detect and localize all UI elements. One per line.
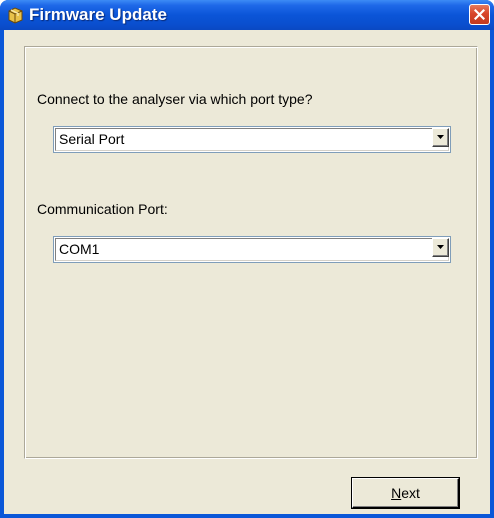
port-type-dropdown[interactable]: Serial Port	[53, 126, 451, 153]
settings-panel: Connect to the analyser via which port t…	[24, 46, 478, 459]
comm-port-dropdown[interactable]: COM1	[53, 236, 451, 263]
close-button[interactable]	[469, 4, 490, 25]
firmware-update-window: Firmware Update Connect to the analyser …	[0, 0, 494, 518]
next-button-label: ext	[401, 485, 420, 501]
chevron-down-icon	[437, 245, 444, 249]
comm-port-value: COM1	[59, 241, 100, 257]
next-button-mnemonic: N	[391, 485, 402, 501]
port-type-value: Serial Port	[59, 131, 125, 147]
next-button[interactable]: Next	[352, 478, 459, 508]
title-bar[interactable]: Firmware Update	[0, 0, 494, 30]
comm-port-dropdown-button[interactable]	[432, 238, 449, 257]
chevron-down-icon	[437, 135, 444, 139]
close-icon	[474, 9, 485, 20]
window-title: Firmware Update	[29, 5, 167, 24]
comm-port-label: Communication Port:	[37, 201, 168, 217]
port-type-label: Connect to the analyser via which port t…	[37, 91, 313, 107]
package-icon	[7, 6, 24, 24]
dialog-body: Connect to the analyser via which port t…	[4, 30, 490, 514]
port-type-dropdown-button[interactable]	[432, 128, 449, 147]
